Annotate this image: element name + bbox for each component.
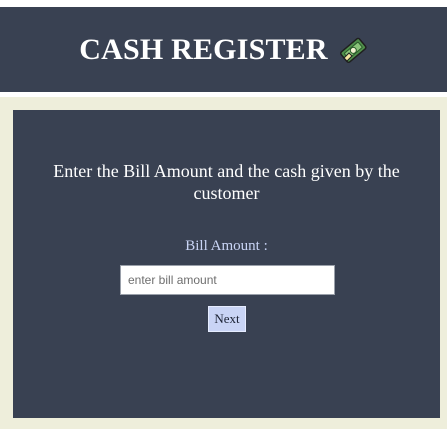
page-title: CASH REGISTER bbox=[79, 33, 368, 67]
instruction-text: Enter the Bill Amount and the cash given… bbox=[53, 161, 400, 203]
bill-amount-label: Bill Amount : bbox=[185, 238, 268, 254]
page: CASH REGISTER Enter the Bill Amount and … bbox=[0, 0, 447, 429]
register-panel: Enter the Bill Amount and the cash given… bbox=[13, 110, 440, 418]
title-text: CASH REGISTER bbox=[79, 32, 328, 66]
bill-amount-input[interactable] bbox=[120, 265, 335, 295]
header-bar: CASH REGISTER bbox=[0, 7, 447, 92]
money-icon bbox=[338, 35, 368, 65]
next-button[interactable]: Next bbox=[208, 306, 246, 332]
content-frame: Enter the Bill Amount and the cash given… bbox=[0, 97, 447, 429]
